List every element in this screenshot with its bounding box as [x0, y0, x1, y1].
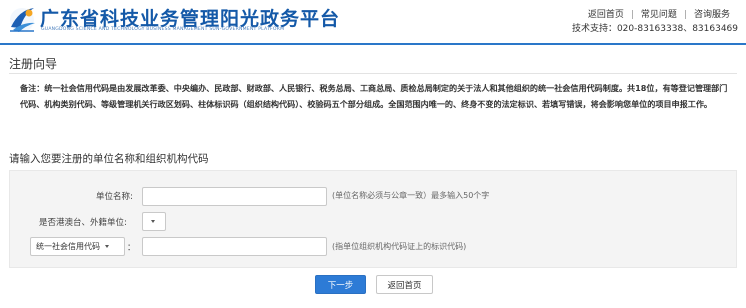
chevron-down-icon — [105, 245, 109, 248]
code-type-value: 统一社会信用代码 — [36, 242, 100, 251]
link-divider: | — [683, 10, 687, 20]
top-links: 返回首页 | 常见问题 | 咨询服务 — [588, 7, 730, 20]
next-button[interactable]: 下一步 — [315, 275, 366, 294]
org-code-hint: (指单位组织机构代码证上的标识代码) — [332, 242, 467, 251]
unit-name-hint: (单位名称必须与公章一致）最多输入50个字 — [332, 191, 490, 200]
org-code-input[interactable] — [142, 237, 327, 256]
hk-foreign-label: 是否港澳台、外籍单位: — [39, 218, 127, 228]
tech-support: 技术支持：020-83163338、83163469 — [571, 24, 738, 34]
link-divider: | — [630, 10, 634, 20]
site-subtitle: GUANGDONG SCIENCE AND TECHNOLOGY BUSINES… — [41, 27, 285, 32]
code-type-select[interactable]: 统一社会信用代码 — [30, 237, 125, 256]
unit-name-label: 单位名称: — [96, 192, 133, 202]
hk-foreign-select[interactable] — [142, 212, 166, 231]
link-home[interactable]: 返回首页 — [588, 10, 624, 20]
site-header: 广东省科技业务管理阳光政务平台 GUANGDONG SCIENCE AND TE… — [0, 0, 746, 45]
return-home-button[interactable]: 返回首页 — [376, 275, 433, 294]
section-title: 请输入您要注册的单位名称和组织机构代码 — [9, 153, 209, 165]
registration-form: 单位名称: (单位名称必须与公章一致）最多输入50个字 是否港澳台、外籍单位: … — [9, 170, 737, 268]
chevron-down-icon — [151, 220, 155, 223]
registration-note: 备注：统一社会信用代码是由发展改革委、中央编办、民政部、财政部、人民银行、税务总… — [20, 83, 728, 109]
page-title: 注册向导 — [9, 57, 58, 71]
code-colon: ： — [127, 243, 136, 253]
link-consult[interactable]: 咨询服务 — [694, 10, 730, 20]
link-faq[interactable]: 常见问题 — [641, 10, 677, 20]
sun-logo-icon — [10, 8, 35, 32]
unit-name-input[interactable] — [142, 187, 327, 206]
header-divider — [0, 43, 746, 45]
title-divider — [9, 73, 737, 74]
